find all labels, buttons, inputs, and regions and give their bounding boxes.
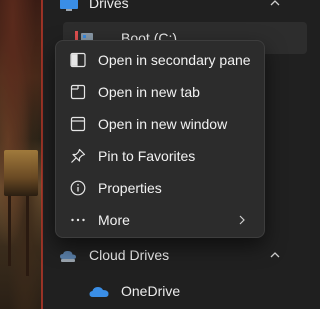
menu-item-label: More bbox=[98, 212, 130, 228]
menu-item-open-new-tab[interactable]: Open in new tab bbox=[60, 77, 260, 107]
menu-item-more[interactable]: More bbox=[60, 205, 260, 235]
wallpaper-hut bbox=[4, 150, 38, 196]
chevron-up-icon[interactable] bbox=[270, 0, 280, 8]
sidebar-section-label: Drives bbox=[89, 0, 129, 11]
menu-item-label: Open in secondary pane bbox=[98, 52, 251, 68]
onedrive-icon bbox=[89, 287, 109, 297]
sidebar-section-label: Cloud Drives bbox=[89, 247, 170, 263]
monitor-icon bbox=[60, 0, 78, 11]
menu-item-label: Properties bbox=[98, 180, 162, 196]
menu-item-label: Pin to Favorites bbox=[98, 148, 196, 164]
chevron-up-icon[interactable] bbox=[270, 250, 280, 260]
pin-icon bbox=[71, 148, 86, 163]
wallpaper-post bbox=[26, 196, 29, 276]
secondary-pane-icon bbox=[70, 52, 86, 68]
cloud-drive-icon bbox=[60, 250, 76, 262]
new-window-icon bbox=[70, 116, 86, 132]
chevron-right-icon bbox=[239, 215, 245, 225]
wallpaper-post bbox=[8, 196, 11, 266]
menu-item-pin-to-favorites[interactable]: Pin to Favorites bbox=[60, 141, 260, 171]
desktop-wallpaper bbox=[0, 0, 42, 309]
menu-item-open-secondary-pane[interactable]: Open in secondary pane bbox=[60, 45, 260, 75]
sidebar-item-label: OneDrive bbox=[121, 283, 181, 299]
sidebar-item-onedrive[interactable]: OneDrive bbox=[43, 276, 310, 308]
sidebar-section-drives[interactable]: Drives bbox=[43, 0, 310, 20]
context-menu: Open in secondary pane Open in new tab O… bbox=[55, 40, 265, 238]
menu-item-open-new-window[interactable]: Open in new window bbox=[60, 109, 260, 139]
sidebar-section-cloud-drives[interactable]: Cloud Drives bbox=[43, 240, 310, 272]
more-icon bbox=[71, 218, 85, 222]
new-tab-icon bbox=[70, 84, 86, 100]
menu-item-label: Open in new window bbox=[98, 116, 228, 132]
menu-item-properties[interactable]: Properties bbox=[60, 173, 260, 203]
info-icon bbox=[70, 180, 86, 196]
menu-item-label: Open in new tab bbox=[98, 84, 200, 100]
